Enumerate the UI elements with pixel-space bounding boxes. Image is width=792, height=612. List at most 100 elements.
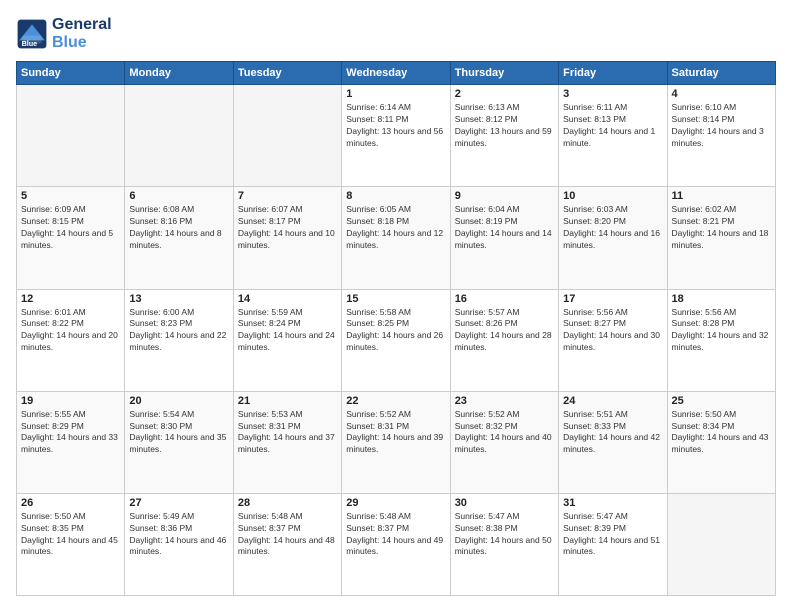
day-number: 7 [238, 190, 337, 202]
day-info: Sunrise: 6:08 AMSunset: 8:16 PMDaylight:… [129, 204, 228, 252]
day-cell: 27Sunrise: 5:49 AMSunset: 8:36 PMDayligh… [125, 493, 233, 595]
day-cell: 7 Sunrise: 6:07 AMSunset: 8:17 PMDaylight… [233, 187, 341, 289]
day-cell: 5 Sunrise: 6:09 AMSunset: 8:15 PMDaylight… [17, 187, 125, 289]
day-cell [233, 85, 341, 187]
day-cell: 25 Sunrise: 5:50 AMSunset: 8:34 PMDayligh… [667, 391, 775, 493]
day-cell: 20 Sunrise: 5:54 AMSunset: 8:30 PMDayligh… [125, 391, 233, 493]
day-cell [17, 85, 125, 187]
day-number: 24 [563, 395, 662, 407]
day-number: 3 [563, 88, 662, 100]
day-info: Sunrise: 5:55 AMSunset: 8:29 PMDaylight:… [21, 409, 120, 457]
day-number: 18 [672, 293, 771, 305]
day-cell: 12 Sunrise: 6:01 AMSunset: 8:22 PMDayligh… [17, 289, 125, 391]
day-info: Sunrise: 6:01 AMSunset: 8:22 PMDaylight:… [21, 307, 120, 355]
day-cell: 6Sunrise: 6:08 AMSunset: 8:16 PMDaylight… [125, 187, 233, 289]
day-cell: 10Sunrise: 6:03 AMSunset: 8:20 PMDayligh… [559, 187, 667, 289]
day-info: Sunrise: 6:00 AMSunset: 8:23 PMDaylight:… [129, 307, 228, 355]
day-cell: 21Sunrise: 5:53 AMSunset: 8:31 PMDayligh… [233, 391, 341, 493]
day-info: Sunrise: 5:58 AMSunset: 8:25 PMDaylight:… [346, 307, 445, 355]
day-number: 27 [129, 497, 228, 509]
day-cell: 28Sunrise: 5:48 AMSunset: 8:37 PMDayligh… [233, 493, 341, 595]
day-info: Sunrise: 6:11 AMSunset: 8:13 PMDaylight:… [563, 102, 662, 150]
day-cell [667, 493, 775, 595]
day-info: Sunrise: 5:50 AMSunset: 8:34 PMDaylight:… [672, 409, 771, 457]
day-number: 1 [346, 88, 445, 100]
day-info: Sunrise: 5:54 AMSunset: 8:30 PMDaylight:… [129, 409, 228, 457]
day-number: 16 [455, 293, 554, 305]
day-number: 26 [21, 497, 120, 509]
day-info: Sunrise: 5:53 AMSunset: 8:31 PMDaylight:… [238, 409, 337, 457]
week-row-2: 5 Sunrise: 6:09 AMSunset: 8:15 PMDaylight… [17, 187, 776, 289]
day-number: 2 [455, 88, 554, 100]
day-number: 28 [238, 497, 337, 509]
day-cell [125, 85, 233, 187]
day-number: 20 [129, 395, 228, 407]
day-info: Sunrise: 6:02 AMSunset: 8:21 PMDaylight:… [672, 204, 771, 252]
day-cell: 26Sunrise: 5:50 AMSunset: 8:35 PMDayligh… [17, 493, 125, 595]
day-number: 10 [563, 190, 662, 202]
weekday-header-saturday: Saturday [667, 62, 775, 85]
day-number: 22 [346, 395, 445, 407]
weekday-header-row: SundayMondayTuesdayWednesdayThursdayFrid… [17, 62, 776, 85]
day-cell: 17Sunrise: 5:56 AMSunset: 8:27 PMDayligh… [559, 289, 667, 391]
day-number: 30 [455, 497, 554, 509]
logo-icon: Blue [16, 18, 48, 50]
header: Blue General Blue [16, 16, 776, 51]
day-number: 9 [455, 190, 554, 202]
day-number: 12 [21, 293, 120, 305]
weekday-header-monday: Monday [125, 62, 233, 85]
weekday-header-thursday: Thursday [450, 62, 558, 85]
day-info: Sunrise: 6:13 AMSunset: 8:12 PMDaylight:… [455, 102, 554, 150]
logo-general: General [52, 16, 112, 34]
day-number: 23 [455, 395, 554, 407]
day-info: Sunrise: 5:51 AMSunset: 8:33 PMDaylight:… [563, 409, 662, 457]
week-row-4: 19 Sunrise: 5:55 AMSunset: 8:29 PMDayligh… [17, 391, 776, 493]
day-cell: 22Sunrise: 5:52 AMSunset: 8:31 PMDayligh… [342, 391, 450, 493]
day-cell: 13 Sunrise: 6:00 AMSunset: 8:23 PMDayligh… [125, 289, 233, 391]
day-info: Sunrise: 5:57 AMSunset: 8:26 PMDaylight:… [455, 307, 554, 355]
day-info: Sunrise: 5:47 AMSunset: 8:39 PMDaylight:… [563, 511, 662, 559]
day-number: 15 [346, 293, 445, 305]
week-row-1: 1 Sunrise: 6:14 AMSunset: 8:11 PMDaylight… [17, 85, 776, 187]
day-number: 4 [672, 88, 771, 100]
day-cell: 3 Sunrise: 6:11 AMSunset: 8:13 PMDaylight… [559, 85, 667, 187]
day-cell: 24 Sunrise: 5:51 AMSunset: 8:33 PMDayligh… [559, 391, 667, 493]
weekday-header-wednesday: Wednesday [342, 62, 450, 85]
logo-blue: Blue [52, 34, 112, 52]
day-info: Sunrise: 6:05 AMSunset: 8:18 PMDaylight:… [346, 204, 445, 252]
week-row-5: 26Sunrise: 5:50 AMSunset: 8:35 PMDayligh… [17, 493, 776, 595]
day-info: Sunrise: 6:14 AMSunset: 8:11 PMDaylight:… [346, 102, 445, 150]
day-number: 31 [563, 497, 662, 509]
logo: Blue General Blue [16, 16, 112, 51]
day-cell: 30 Sunrise: 5:47 AMSunset: 8:38 PMDayligh… [450, 493, 558, 595]
day-info: Sunrise: 6:07 AMSunset: 8:17 PMDaylight:… [238, 204, 337, 252]
day-number: 19 [21, 395, 120, 407]
day-cell: 1 Sunrise: 6:14 AMSunset: 8:11 PMDaylight… [342, 85, 450, 187]
day-number: 5 [21, 190, 120, 202]
weekday-header-tuesday: Tuesday [233, 62, 341, 85]
day-number: 13 [129, 293, 228, 305]
day-number: 17 [563, 293, 662, 305]
day-cell: 4 Sunrise: 6:10 AMSunset: 8:14 PMDaylight… [667, 85, 775, 187]
day-number: 8 [346, 190, 445, 202]
svg-text:Blue: Blue [22, 39, 38, 48]
weekday-header-friday: Friday [559, 62, 667, 85]
day-cell: 16 Sunrise: 5:57 AMSunset: 8:26 PMDayligh… [450, 289, 558, 391]
day-number: 29 [346, 497, 445, 509]
day-cell: 23 Sunrise: 5:52 AMSunset: 8:32 PMDayligh… [450, 391, 558, 493]
day-info: Sunrise: 5:52 AMSunset: 8:32 PMDaylight:… [455, 409, 554, 457]
day-info: Sunrise: 6:09 AMSunset: 8:15 PMDaylight:… [21, 204, 120, 252]
day-cell: 2 Sunrise: 6:13 AMSunset: 8:12 PMDaylight… [450, 85, 558, 187]
day-cell: 15 Sunrise: 5:58 AMSunset: 8:25 PMDayligh… [342, 289, 450, 391]
calendar: SundayMondayTuesdayWednesdayThursdayFrid… [16, 61, 776, 596]
week-row-3: 12 Sunrise: 6:01 AMSunset: 8:22 PMDayligh… [17, 289, 776, 391]
day-info: Sunrise: 5:47 AMSunset: 8:38 PMDaylight:… [455, 511, 554, 559]
day-number: 25 [672, 395, 771, 407]
day-cell: 31 Sunrise: 5:47 AMSunset: 8:39 PMDayligh… [559, 493, 667, 595]
page: Blue General Blue SundayMondayTuesdayWed… [0, 0, 792, 612]
day-cell: 9Sunrise: 6:04 AMSunset: 8:19 PMDaylight… [450, 187, 558, 289]
day-number: 14 [238, 293, 337, 305]
day-info: Sunrise: 5:48 AMSunset: 8:37 PMDaylight:… [346, 511, 445, 559]
day-cell: 29 Sunrise: 5:48 AMSunset: 8:37 PMDayligh… [342, 493, 450, 595]
day-info: Sunrise: 6:10 AMSunset: 8:14 PMDaylight:… [672, 102, 771, 150]
